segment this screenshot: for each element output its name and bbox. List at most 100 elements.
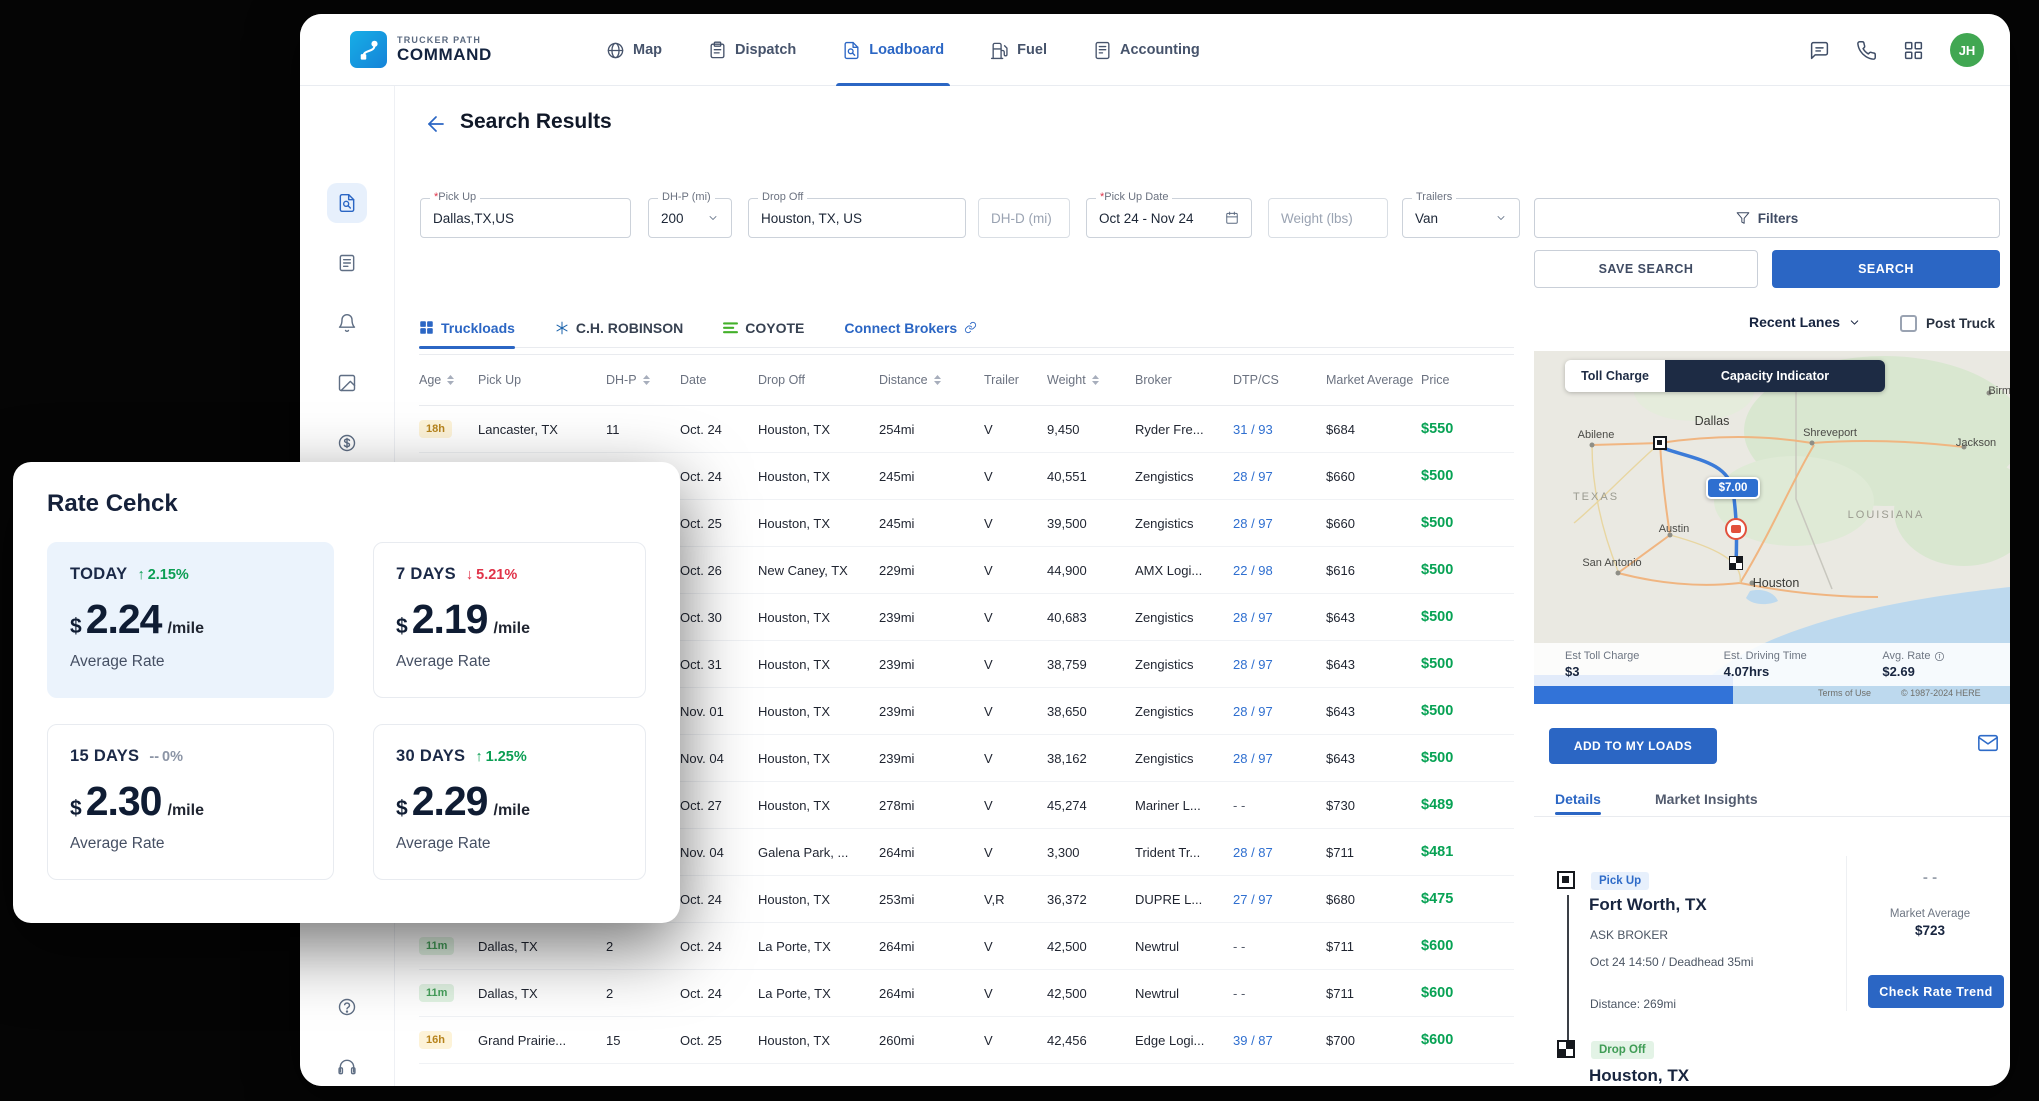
filters-button[interactable]: Filters xyxy=(1534,198,2000,238)
load-row[interactable]: 11m Dallas, TX 2 Oct. 24 La Porte, TX 26… xyxy=(419,923,1514,970)
cell-dtpcs[interactable]: - - xyxy=(1233,798,1326,813)
cell-weight: 44,900 xyxy=(1047,563,1135,578)
sidebar-item-support[interactable] xyxy=(327,1047,367,1086)
sidebar-item-payments[interactable] xyxy=(327,423,367,463)
add-to-my-loads-button[interactable]: ADD TO MY LOADS xyxy=(1549,728,1717,764)
tab-coyote[interactable]: COYOTE xyxy=(723,308,804,348)
map-dropoff-marker-icon[interactable] xyxy=(1729,556,1743,570)
cell-dtpcs[interactable]: 28 / 97 xyxy=(1233,516,1326,531)
back-arrow-icon[interactable] xyxy=(424,112,448,136)
info-icon[interactable] xyxy=(1934,651,1945,662)
sidebar-item-documents[interactable] xyxy=(327,243,367,283)
cell-dtpcs[interactable]: 28 / 97 xyxy=(1233,657,1326,672)
load-row[interactable]: 11m Dallas, TX 2 Oct. 24 La Porte, TX 26… xyxy=(419,970,1514,1017)
sidebar-item-notifications[interactable] xyxy=(327,303,367,343)
toll-charge-toggle[interactable]: Toll Charge xyxy=(1565,360,1665,392)
sidebar-item-help[interactable] xyxy=(327,987,367,1027)
tab-connect-brokers[interactable]: Connect Brokers xyxy=(844,308,977,348)
cell-dtpcs[interactable]: 28 / 97 xyxy=(1233,751,1326,766)
age-badge: 18h xyxy=(419,420,452,438)
cell-trailer: V,R xyxy=(984,892,1047,907)
cell-date: Nov. 01 xyxy=(680,704,758,719)
column-header[interactable]: Distance xyxy=(879,373,984,387)
dropoff-field[interactable]: Drop Off Houston, TX, US xyxy=(748,198,966,238)
chat-icon[interactable] xyxy=(1809,40,1830,61)
cell-dtpcs[interactable]: 28 / 97 xyxy=(1233,704,1326,719)
load-row[interactable]: 18h Lancaster, TX 11 Oct. 24 Houston, TX… xyxy=(419,406,1514,453)
nav-item-dispatch[interactable]: Dispatch xyxy=(708,14,796,86)
map-terms-link[interactable]: Terms of Use xyxy=(1818,688,1871,698)
nav-item-accounting[interactable]: Accounting xyxy=(1093,14,1200,86)
rate-box[interactable]: 30 DAYS ↑ 1.25% $ 2.29 /mile Average Rat… xyxy=(373,724,646,880)
sort-icon[interactable] xyxy=(642,374,651,386)
sort-icon[interactable] xyxy=(1091,374,1100,386)
search-button[interactable]: SEARCH xyxy=(1772,250,2000,288)
column-header[interactable]: Drop Off xyxy=(758,373,879,387)
map-truck-marker-icon[interactable] xyxy=(1725,518,1747,540)
recent-lanes-dropdown[interactable]: Recent Lanes xyxy=(1749,314,1861,330)
post-truck-checkbox[interactable] xyxy=(1900,315,1917,332)
check-rate-trend-button[interactable]: Check Rate Trend xyxy=(1868,975,2004,1008)
trailers-field[interactable]: Trailers Van xyxy=(1402,198,1520,238)
cell-dtpcs[interactable]: - - xyxy=(1233,986,1326,1001)
sidebar-item-analytics[interactable] xyxy=(327,363,367,403)
pickup-date-field[interactable]: *Pick Up Date Oct 24 - Nov 24 xyxy=(1086,198,1252,238)
cell-weight: 38,650 xyxy=(1047,704,1135,719)
sort-icon[interactable] xyxy=(933,374,942,386)
route-map[interactable]: Abilene Dallas Shreveport Jackson Birmin… xyxy=(1534,351,2010,704)
cell-dtpcs[interactable]: 27 / 97 xyxy=(1233,892,1326,907)
cell-dtpcs[interactable]: 22 / 98 xyxy=(1233,563,1326,578)
brand-logo[interactable]: TRUCKER PATH COMMAND xyxy=(350,31,492,68)
column-header[interactable]: Weight xyxy=(1047,373,1135,387)
column-header[interactable]: Pick Up xyxy=(478,373,606,387)
phone-icon[interactable] xyxy=(1856,40,1877,61)
map-pickup-marker-icon[interactable] xyxy=(1653,436,1667,450)
cell-dtpcs[interactable]: 28 / 87 xyxy=(1233,845,1326,860)
rate-box[interactable]: 7 DAYS ↓ 5.21% $ 2.19 /mile Average Rate xyxy=(373,542,646,698)
cell-dtpcs[interactable]: - - xyxy=(1233,939,1326,954)
capacity-indicator-toggle[interactable]: Capacity Indicator xyxy=(1665,360,1885,392)
cell-market-average: $643 xyxy=(1326,657,1421,672)
cell-dtpcs[interactable]: 39 / 87 xyxy=(1233,1033,1326,1048)
sort-icon[interactable] xyxy=(446,374,455,386)
column-header[interactable]: Market Average xyxy=(1326,373,1421,387)
sidebar-item-load-search[interactable] xyxy=(327,183,367,223)
pickup-field[interactable]: *Pick Up Dallas,TX,US xyxy=(420,198,631,238)
dhd-field[interactable]: DH-D (mi) xyxy=(978,198,1070,238)
rate-period: 30 DAYS xyxy=(396,747,465,766)
cell-distance: 239mi xyxy=(879,657,984,672)
tab-ch-robinson[interactable]: C.H. ROBINSON xyxy=(555,308,683,348)
cell-dtpcs[interactable]: 31 / 93 xyxy=(1233,422,1326,437)
link-icon xyxy=(964,321,977,334)
nav-item-map[interactable]: Map xyxy=(606,14,662,86)
apps-grid-icon[interactable] xyxy=(1903,40,1924,61)
column-header[interactable]: Age xyxy=(419,373,478,387)
column-header[interactable]: DH-P xyxy=(606,373,680,387)
envelope-icon[interactable] xyxy=(1975,732,2001,754)
column-header[interactable]: Broker xyxy=(1135,373,1233,387)
cell-trailer: V xyxy=(984,563,1047,578)
column-header[interactable]: Date xyxy=(680,373,758,387)
fuel-icon xyxy=(990,41,1009,60)
save-search-button[interactable]: SAVE SEARCH xyxy=(1534,250,1758,288)
cell-price: $500 xyxy=(1421,656,1514,672)
rate-box[interactable]: TODAY ↑ 2.15% $ 2.24 /mile Average Rate xyxy=(47,542,334,698)
tab-truckloads[interactable]: Truckloads xyxy=(419,308,515,348)
load-row[interactable]: 16h Grand Prairie... 15 Oct. 25 Houston,… xyxy=(419,1017,1514,1064)
toll-price-badge[interactable]: $7.00 xyxy=(1706,477,1760,499)
tab-details[interactable]: Details xyxy=(1555,791,1601,807)
column-header[interactable]: DTP/CS xyxy=(1233,373,1326,387)
cell-dtpcs[interactable]: 28 / 97 xyxy=(1233,469,1326,484)
column-header[interactable]: Trailer xyxy=(984,373,1047,387)
user-avatar[interactable]: JH xyxy=(1950,33,1984,67)
rate-box[interactable]: 15 DAYS -- 0% $ 2.30 /mile Average Rate xyxy=(47,724,334,880)
post-truck-toggle[interactable]: Post Truck xyxy=(1900,315,1995,332)
nav-item-fuel[interactable]: Fuel xyxy=(990,14,1047,86)
column-header[interactable]: Price xyxy=(1421,373,1514,387)
cell-dropoff: Houston, TX xyxy=(758,798,879,813)
nav-item-loadboard[interactable]: Loadboard xyxy=(842,14,944,86)
dhp-field[interactable]: DH-P (mi) 200 xyxy=(648,198,732,238)
tab-market-insights[interactable]: Market Insights xyxy=(1655,791,1758,807)
weight-field[interactable]: Weight (lbs) xyxy=(1268,198,1388,238)
cell-dtpcs[interactable]: 28 / 97 xyxy=(1233,610,1326,625)
